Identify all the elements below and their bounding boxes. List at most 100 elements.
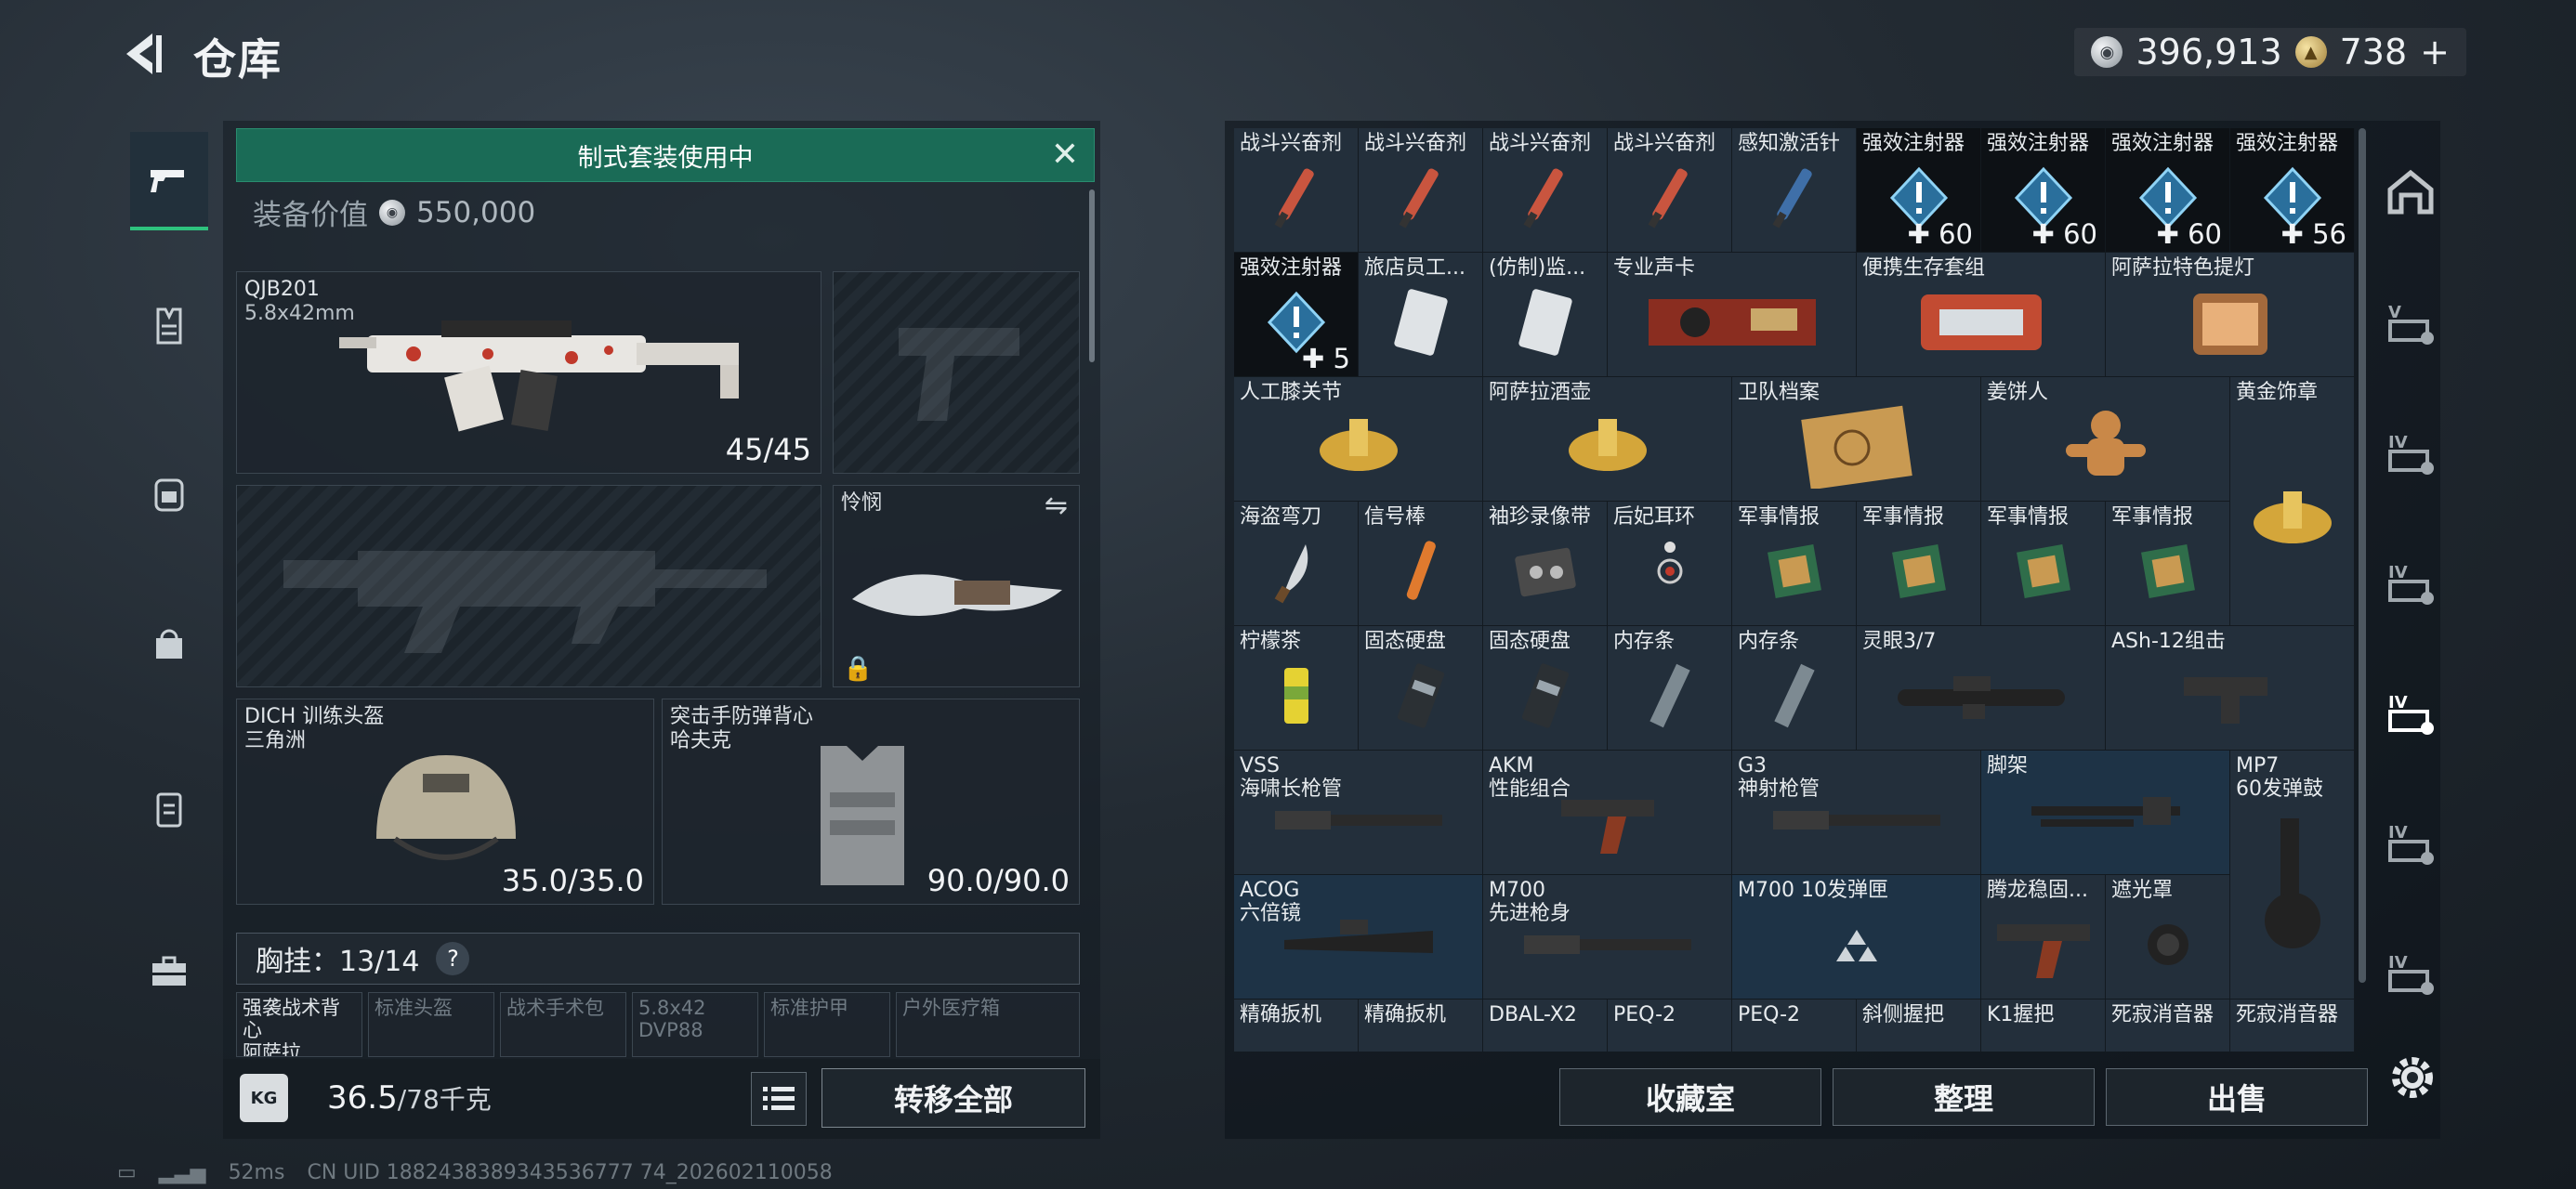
- stash-item[interactable]: 强效注射器 ✚ 5: [1234, 253, 1359, 377]
- stash-tab[interactable]: [2375, 158, 2446, 229]
- stash-item[interactable]: M700 先进枪身: [1483, 875, 1732, 1000]
- stash-item[interactable]: AKM 性能组合: [1483, 751, 1732, 875]
- stash-item[interactable]: 军事情报: [1732, 502, 1857, 626]
- stash-item[interactable]: 海盗弯刀: [1234, 502, 1359, 626]
- chest-slot[interactable]: 标准头盔: [368, 992, 494, 1057]
- swap-icon[interactable]: ⇋: [1045, 490, 1068, 522]
- melee-slot[interactable]: 怜悯 ⇋ 🔒: [833, 485, 1080, 687]
- secondary-weapon-slot[interactable]: [833, 271, 1080, 474]
- stash-item[interactable]: PEQ-2: [1608, 1000, 1732, 1052]
- stash-item[interactable]: 强效注射器 ✚ 60: [2106, 128, 2230, 253]
- stash-item[interactable]: 强效注射器 ✚ 56: [2230, 128, 2355, 253]
- chest-slot[interactable]: 战术手术包: [500, 992, 626, 1057]
- tab-toolbox[interactable]: [130, 921, 208, 1020]
- tab-bag[interactable]: [130, 593, 208, 691]
- chest-slot[interactable]: 标准护甲: [764, 992, 890, 1057]
- primary-weapon-slot[interactable]: QJB201 5.8x42mm 45/45: [236, 271, 821, 474]
- secondary-primary-slot[interactable]: [236, 485, 821, 687]
- stash-item[interactable]: VSS 海啸长枪管: [1234, 751, 1483, 875]
- chest-rig-row[interactable]: 胸挂：13/14 ?: [236, 933, 1080, 985]
- stash-item[interactable]: 强效注射器 ✚ 60: [1981, 128, 2106, 253]
- stash-item[interactable]: K1握把: [1981, 1000, 2106, 1052]
- stash-item[interactable]: 精确扳机: [1359, 1000, 1483, 1052]
- item-image: [1393, 287, 1449, 361]
- stash-item[interactable]: 专业声卡: [1608, 253, 1857, 377]
- stash-item[interactable]: M700 10发弹匣: [1732, 875, 1981, 1000]
- stash-item[interactable]: 阿萨拉特色提灯: [2106, 253, 2355, 377]
- tab-case[interactable]: [130, 760, 208, 858]
- chest-slot-name: 强袭战术背心: [243, 997, 340, 1041]
- stash-item[interactable]: 阿萨拉酒壶: [1483, 377, 1732, 502]
- stash-item[interactable]: 姜饼人: [1981, 377, 2230, 502]
- stash-tab[interactable]: IV: [2375, 938, 2446, 1009]
- item-image: [2013, 788, 2199, 856]
- pistol-icon: [151, 170, 184, 192]
- stash-item[interactable]: 柠檬茶: [1234, 626, 1359, 751]
- stash-item[interactable]: 军事情报: [2106, 502, 2230, 626]
- sell-button[interactable]: 出售: [2106, 1068, 2368, 1126]
- stash-tab[interactable]: IV: [2375, 418, 2446, 489]
- stash-item[interactable]: 强效注射器 ✚ 60: [1857, 128, 1981, 253]
- list-view-button[interactable]: [751, 1072, 807, 1126]
- stash-item[interactable]: 固态硬盘: [1483, 626, 1608, 751]
- close-icon[interactable]: ✕: [1051, 138, 1079, 172]
- tab-backpack[interactable]: [130, 444, 208, 542]
- stash-item[interactable]: PEQ-2: [1732, 1000, 1857, 1052]
- stash-item[interactable]: 斜侧握把: [1857, 1000, 1981, 1052]
- item-name: M700 先进枪身: [1489, 879, 1571, 925]
- stash-item[interactable]: 人工膝关节: [1234, 377, 1483, 502]
- chest-slot[interactable]: 强袭战术背心 阿萨拉: [236, 992, 362, 1057]
- settings-button[interactable]: [2385, 1050, 2440, 1105]
- stash-item[interactable]: G3 神射枪管: [1732, 751, 1981, 875]
- stash-item[interactable]: 死寂消音器: [2106, 1000, 2230, 1052]
- item-name: 腾龙稳固...: [1987, 879, 2088, 902]
- tab-weapon[interactable]: [130, 132, 208, 230]
- helmet-slot[interactable]: DICH 训练头盔 三角洲 35.0/35.0: [236, 699, 654, 905]
- stash-item[interactable]: 内存条: [1608, 626, 1732, 751]
- stash-tab[interactable]: IV: [2375, 678, 2446, 749]
- stash-item[interactable]: 死寂消音器: [2230, 1000, 2355, 1052]
- sort-button[interactable]: 整理: [1833, 1068, 2095, 1126]
- chest-slot[interactable]: 户外医疗箱: [896, 992, 1080, 1057]
- stash-item[interactable]: 卫队档案: [1732, 377, 1981, 502]
- stash-item[interactable]: 袖珍录像带: [1483, 502, 1608, 626]
- loadout-scrollbar[interactable]: [1089, 189, 1095, 362]
- stash-item[interactable]: (仿制)监...: [1483, 253, 1608, 377]
- stash-item[interactable]: 便携生存套组: [1857, 253, 2106, 377]
- tab-vest[interactable]: [130, 277, 208, 375]
- stash-item[interactable]: ACOG 六倍镜: [1234, 875, 1483, 1000]
- stash-item[interactable]: 战斗兴奋剂: [1234, 128, 1359, 253]
- stash-item[interactable]: ASh-12组击: [2106, 626, 2355, 751]
- back-button[interactable]: [117, 28, 169, 80]
- stash-item[interactable]: 信号棒: [1359, 502, 1483, 626]
- stash-item[interactable]: 腾龙稳固...: [1981, 875, 2106, 1000]
- stash-item[interactable]: 战斗兴奋剂: [1608, 128, 1732, 253]
- collection-room-button[interactable]: 收藏室: [1559, 1068, 1821, 1126]
- stash-item[interactable]: 军事情报: [1857, 502, 1981, 626]
- stash-item[interactable]: 精确扳机: [1234, 1000, 1359, 1052]
- transfer-all-button[interactable]: 转移全部: [821, 1068, 1085, 1128]
- stash-item[interactable]: 内存条: [1732, 626, 1857, 751]
- armor-slot[interactable]: 突击手防弹背心 哈夫克 90.0/90.0: [662, 699, 1080, 905]
- chest-slot[interactable]: 5.8x42 DVP88: [632, 992, 758, 1057]
- stash-item[interactable]: 遮光罩: [2106, 875, 2230, 1000]
- stash-item[interactable]: 战斗兴奋剂: [1483, 128, 1608, 253]
- stash-tab[interactable]: IV: [2375, 548, 2446, 619]
- stash-item[interactable]: 黄金饰章: [2230, 377, 2355, 626]
- item-quantity: ✚ 60: [1907, 218, 1973, 250]
- stash-item[interactable]: 脚架: [1981, 751, 2230, 875]
- stash-item[interactable]: 军事情报: [1981, 502, 2106, 626]
- add-currency-button[interactable]: +: [2420, 32, 2450, 72]
- stash-item[interactable]: MP7 60发弹鼓: [2230, 751, 2355, 1000]
- stash-tab[interactable]: V: [2375, 288, 2446, 359]
- stash-item[interactable]: 感知激活针: [1732, 128, 1857, 253]
- stash-tab[interactable]: IV: [2375, 808, 2446, 879]
- stash-item[interactable]: 战斗兴奋剂: [1359, 128, 1483, 253]
- stash-item[interactable]: 灵眼3/7: [1857, 626, 2106, 751]
- stash-item[interactable]: 旅店员工...: [1359, 253, 1483, 377]
- stash-item[interactable]: 后妃耳环: [1608, 502, 1732, 626]
- stash-scrollbar[interactable]: [2359, 128, 2366, 983]
- stash-item[interactable]: 固态硬盘: [1359, 626, 1483, 751]
- help-icon[interactable]: ?: [436, 942, 470, 975]
- stash-item[interactable]: DBAL-X2: [1483, 1000, 1608, 1052]
